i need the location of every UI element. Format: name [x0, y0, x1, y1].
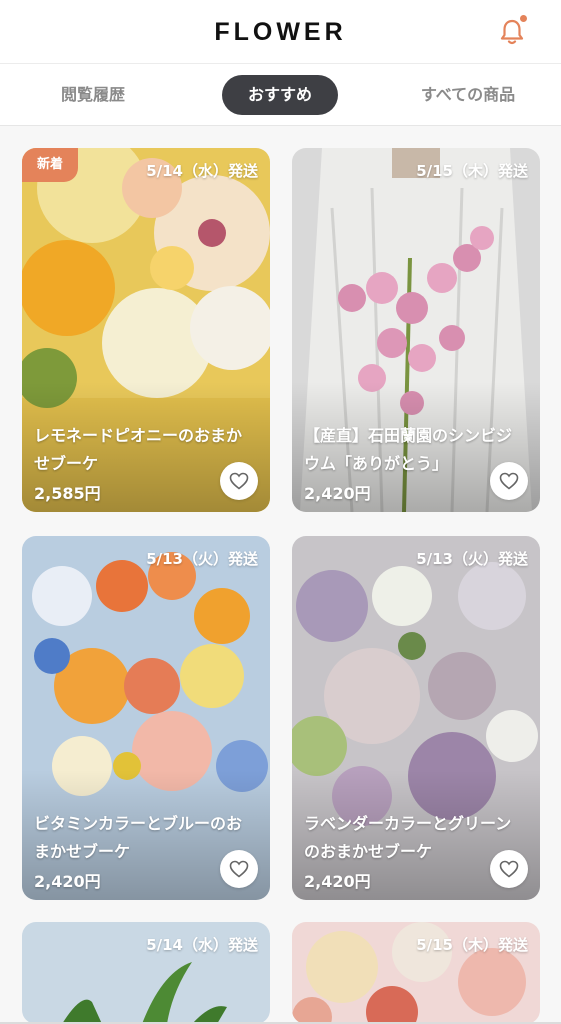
product-price: 2,420円: [34, 872, 101, 891]
tab-bar: 閲覧履歴 おすすめ すべての商品: [0, 64, 561, 126]
product-card[interactable]: 新着 5/14（水）発送 レモネードピオニーのおまかせブーケ 2,585円: [22, 148, 270, 512]
shipping-date: 5/13（火）発送: [416, 550, 528, 568]
product-price: 2,585円: [34, 484, 101, 503]
tab-recommended[interactable]: おすすめ: [222, 75, 338, 115]
product-card[interactable]: 5/13（火）発送 ラベンダーカラーとグリーンのおまかせブーケ 2,420円: [292, 536, 540, 900]
shipping-date: 5/14（水）発送: [146, 162, 258, 180]
product-name: ラベンダーカラーとグリーンのおまかせブーケ: [304, 814, 512, 861]
product-card[interactable]: 5/15（木）発送: [292, 922, 540, 1024]
heart-icon: [499, 860, 519, 878]
shipping-date: 5/14（水）発送: [146, 936, 258, 954]
new-badge: 新着: [22, 148, 78, 182]
heart-icon: [499, 472, 519, 490]
favorite-button[interactable]: [220, 850, 258, 888]
product-price: 2,420円: [304, 484, 371, 503]
product-price: 2,420円: [304, 872, 371, 891]
product-name: ビタミンカラーとブルーのおまかせブーケ: [34, 814, 243, 861]
app-logo: FLOWER: [214, 18, 347, 46]
heart-icon: [229, 472, 249, 490]
favorite-button[interactable]: [490, 462, 528, 500]
shipping-date: 5/13（火）発送: [146, 550, 258, 568]
shipping-date: 5/15（木）発送: [416, 162, 528, 180]
app-header: FLOWER: [0, 0, 561, 64]
tab-all-products[interactable]: すべての商品: [402, 75, 534, 115]
heart-icon: [229, 860, 249, 878]
favorite-button[interactable]: [220, 462, 258, 500]
notification-dot: [518, 13, 529, 24]
product-name: 【産直】石田蘭園のシンビジウム「ありがとう」: [304, 426, 513, 473]
product-name: レモネードピオニーのおまかせブーケ: [34, 426, 243, 473]
favorite-button[interactable]: [490, 850, 528, 888]
shipping-date: 5/15（木）発送: [416, 936, 528, 954]
product-card[interactable]: 5/13（火）発送 ビタミンカラーとブルーのおまかせブーケ 2,420円: [22, 536, 270, 900]
product-grid: 新着 5/14（水）発送 レモネードピオニーのおまかせブーケ 2,585円 5/…: [0, 126, 561, 1024]
tab-history[interactable]: 閲覧履歴: [38, 75, 148, 115]
product-card[interactable]: 5/15（木）発送 【産直】石田蘭園のシンビジウム「ありがとう」 2,420円: [292, 148, 540, 512]
product-card[interactable]: 5/14（水）発送: [22, 922, 270, 1024]
